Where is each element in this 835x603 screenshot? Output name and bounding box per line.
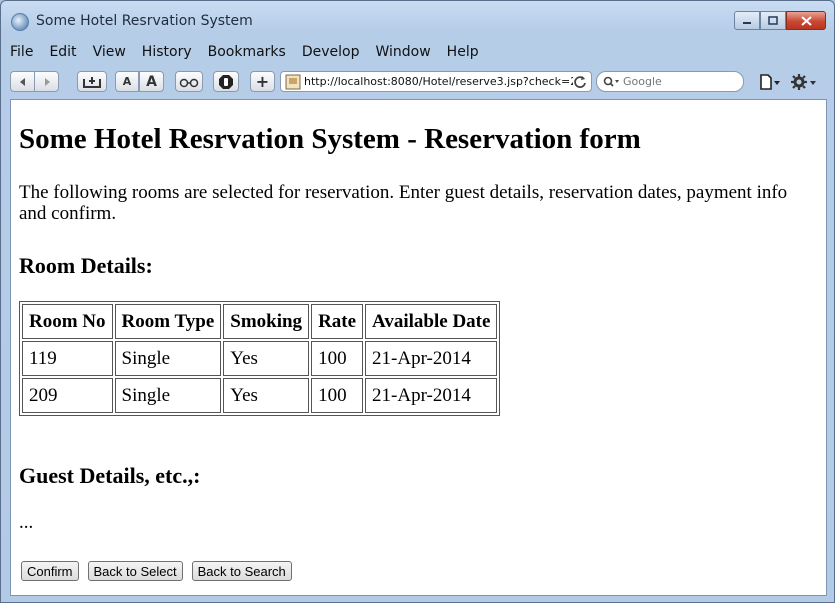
menu-window[interactable]: Window: [375, 44, 430, 64]
stop-hand-icon: [219, 74, 233, 89]
confirm-button[interactable]: Confirm: [21, 561, 79, 581]
new-tab-button[interactable]: +: [250, 71, 275, 92]
guest-details-placeholder: ...: [19, 512, 34, 533]
window-title: Some Hotel Resrvation System: [36, 13, 253, 29]
back-to-search-button[interactable]: Back to Search: [191, 561, 292, 581]
page-favicon-icon: [285, 74, 301, 89]
cell-smoking: Yes: [223, 378, 310, 413]
intro-text: The following rooms are selected for res…: [19, 182, 788, 224]
maximize-icon: [768, 16, 778, 25]
room-details-heading: Room Details:: [19, 253, 153, 278]
forward-button[interactable]: [34, 71, 59, 92]
table-header-row: Room No Room Type Smoking Rate Available…: [22, 304, 498, 339]
menu-bar: File Edit View History Bookmarks Develop…: [10, 44, 495, 64]
room-details-table: Room No Room Type Smoking Rate Available…: [19, 301, 501, 416]
close-button[interactable]: [786, 11, 826, 30]
menu-history[interactable]: History: [142, 44, 192, 64]
settings-menu-button[interactable]: [790, 71, 818, 92]
col-available-date: Available Date: [365, 304, 498, 339]
menu-bookmarks[interactable]: Bookmarks: [208, 44, 286, 64]
cell-room-type: Single: [114, 341, 222, 376]
page-menu-button[interactable]: [758, 71, 782, 92]
page-title: Some Hotel Resrvation System - Reservati…: [19, 123, 641, 155]
safari-icon: [11, 13, 29, 31]
menu-view[interactable]: View: [93, 44, 126, 64]
table-row: 119 Single Yes 100 21-Apr-2014: [22, 341, 498, 376]
back-button[interactable]: [10, 71, 35, 92]
cell-room-no: 119: [22, 341, 113, 376]
search-input[interactable]: [623, 75, 733, 88]
cell-smoking: Yes: [223, 341, 310, 376]
window-controls: [734, 11, 826, 30]
reload-icon[interactable]: [573, 75, 587, 89]
page-menu-icon: [760, 73, 780, 90]
address-url[interactable]: http://localhost:8080/Hotel/reserve3.jsp…: [304, 75, 573, 88]
title-bar[interactable]: Some Hotel Resrvation System: [1, 1, 834, 41]
guest-details-heading: Guest Details, etc.,:: [19, 463, 201, 488]
cell-rate: 100: [311, 378, 364, 413]
cell-available-date: 21-Apr-2014: [365, 378, 498, 413]
col-room-type: Room Type: [114, 304, 222, 339]
add-bookmark-button[interactable]: [77, 71, 107, 92]
search-icon: [603, 76, 619, 87]
cell-rate: 100: [311, 341, 364, 376]
browser-toolbar: A A + http://localhost:8080/Hotel/reserv…: [10, 69, 828, 97]
search-field[interactable]: [596, 71, 744, 92]
maximize-button[interactable]: [760, 11, 786, 30]
cell-room-no: 209: [22, 378, 113, 413]
menu-develop[interactable]: Develop: [302, 44, 360, 64]
page-content: Some Hotel Resrvation System - Reservati…: [10, 99, 827, 596]
cell-room-type: Single: [114, 378, 222, 413]
browser-window: Some Hotel Resrvation System File Edit V…: [0, 0, 835, 603]
reader-button[interactable]: [175, 71, 203, 92]
text-smaller-button[interactable]: A: [115, 71, 139, 92]
cell-available-date: 21-Apr-2014: [365, 341, 498, 376]
bookmark-tray-icon: [83, 76, 101, 88]
text-larger-button[interactable]: A: [139, 71, 164, 92]
menu-file[interactable]: File: [10, 44, 33, 64]
col-rate: Rate: [311, 304, 364, 339]
forward-arrow-icon: [44, 77, 50, 86]
table-row: 209 Single Yes 100 21-Apr-2014: [22, 378, 498, 413]
back-arrow-icon: [19, 77, 25, 86]
menu-help[interactable]: Help: [447, 44, 479, 64]
menu-edit[interactable]: Edit: [49, 44, 76, 64]
stop-button[interactable]: [213, 71, 239, 92]
minimize-button[interactable]: [734, 11, 760, 30]
col-smoking: Smoking: [223, 304, 310, 339]
form-actions: Confirm Back to Select Back to Search: [21, 561, 301, 581]
glasses-icon: [179, 78, 199, 87]
gear-icon: [791, 73, 816, 90]
back-to-select-button[interactable]: Back to Select: [87, 561, 183, 581]
address-bar[interactable]: http://localhost:8080/Hotel/reserve3.jsp…: [280, 71, 592, 92]
close-icon: [800, 15, 812, 26]
col-room-no: Room No: [22, 304, 113, 339]
minimize-icon: [743, 21, 751, 24]
